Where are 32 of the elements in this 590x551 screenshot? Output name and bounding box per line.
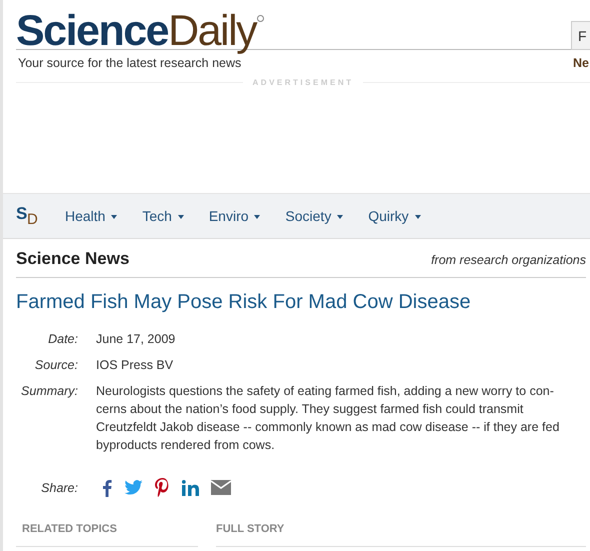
header-link[interactable]: Ne bbox=[573, 56, 589, 70]
caret-icon bbox=[178, 215, 184, 220]
caret-icon bbox=[337, 215, 344, 220]
pinterest-icon[interactable] bbox=[155, 478, 170, 497]
facebook-icon[interactable] bbox=[102, 478, 112, 496]
bird-icon[interactable] bbox=[124, 480, 143, 495]
nav-menu[interactable]: Health bbox=[65, 208, 118, 224]
nav-menu[interactable]: Tech bbox=[142, 208, 184, 224]
registered-icon bbox=[257, 15, 264, 22]
column-heading: RELATED TOPICS bbox=[22, 523, 117, 535]
nav-menu[interactable]: Society bbox=[285, 208, 344, 224]
caret-icon bbox=[111, 215, 118, 220]
article-title: Farmed Fish May Pose Risk For Mad Cow Disease bbox=[16, 291, 472, 314]
meta-label: Summary: bbox=[20, 383, 78, 400]
meta-label: Date: bbox=[47, 331, 78, 348]
meta-value: IOS Press BV bbox=[96, 357, 174, 374]
linkedin-icon[interactable] bbox=[182, 480, 199, 496]
meta-value: Neurologists questions the safety of eating farmed fish, adding a new worry to con-cerns about the nation’s food supply. They suggest farmed fish could transmit Creutzfeldt Jakob disease -- commonly known as mad cow disease -- if they are fed byproducts rendered from cows. bbox=[96, 383, 560, 454]
site-logo[interactable]: ScienceDaily bbox=[16, 9, 256, 53]
search-button[interactable]: F bbox=[571, 21, 590, 50]
envelope-icon[interactable] bbox=[211, 480, 231, 495]
caret-icon bbox=[254, 215, 260, 220]
nav-menu[interactable]: Quirky bbox=[368, 208, 421, 224]
section-title: Science News bbox=[16, 249, 130, 269]
nav-menu[interactable]: Enviro bbox=[208, 208, 260, 224]
column-heading: FULL STORY bbox=[216, 523, 284, 535]
section-subtitle: from research organizations bbox=[431, 253, 586, 267]
meta-label: Source: bbox=[34, 357, 78, 374]
meta-value: June 17, 2009 bbox=[96, 331, 176, 348]
share-label: Share: bbox=[40, 480, 78, 497]
tagline: Your source for the latest research news bbox=[18, 56, 242, 70]
caret-icon bbox=[414, 215, 421, 220]
